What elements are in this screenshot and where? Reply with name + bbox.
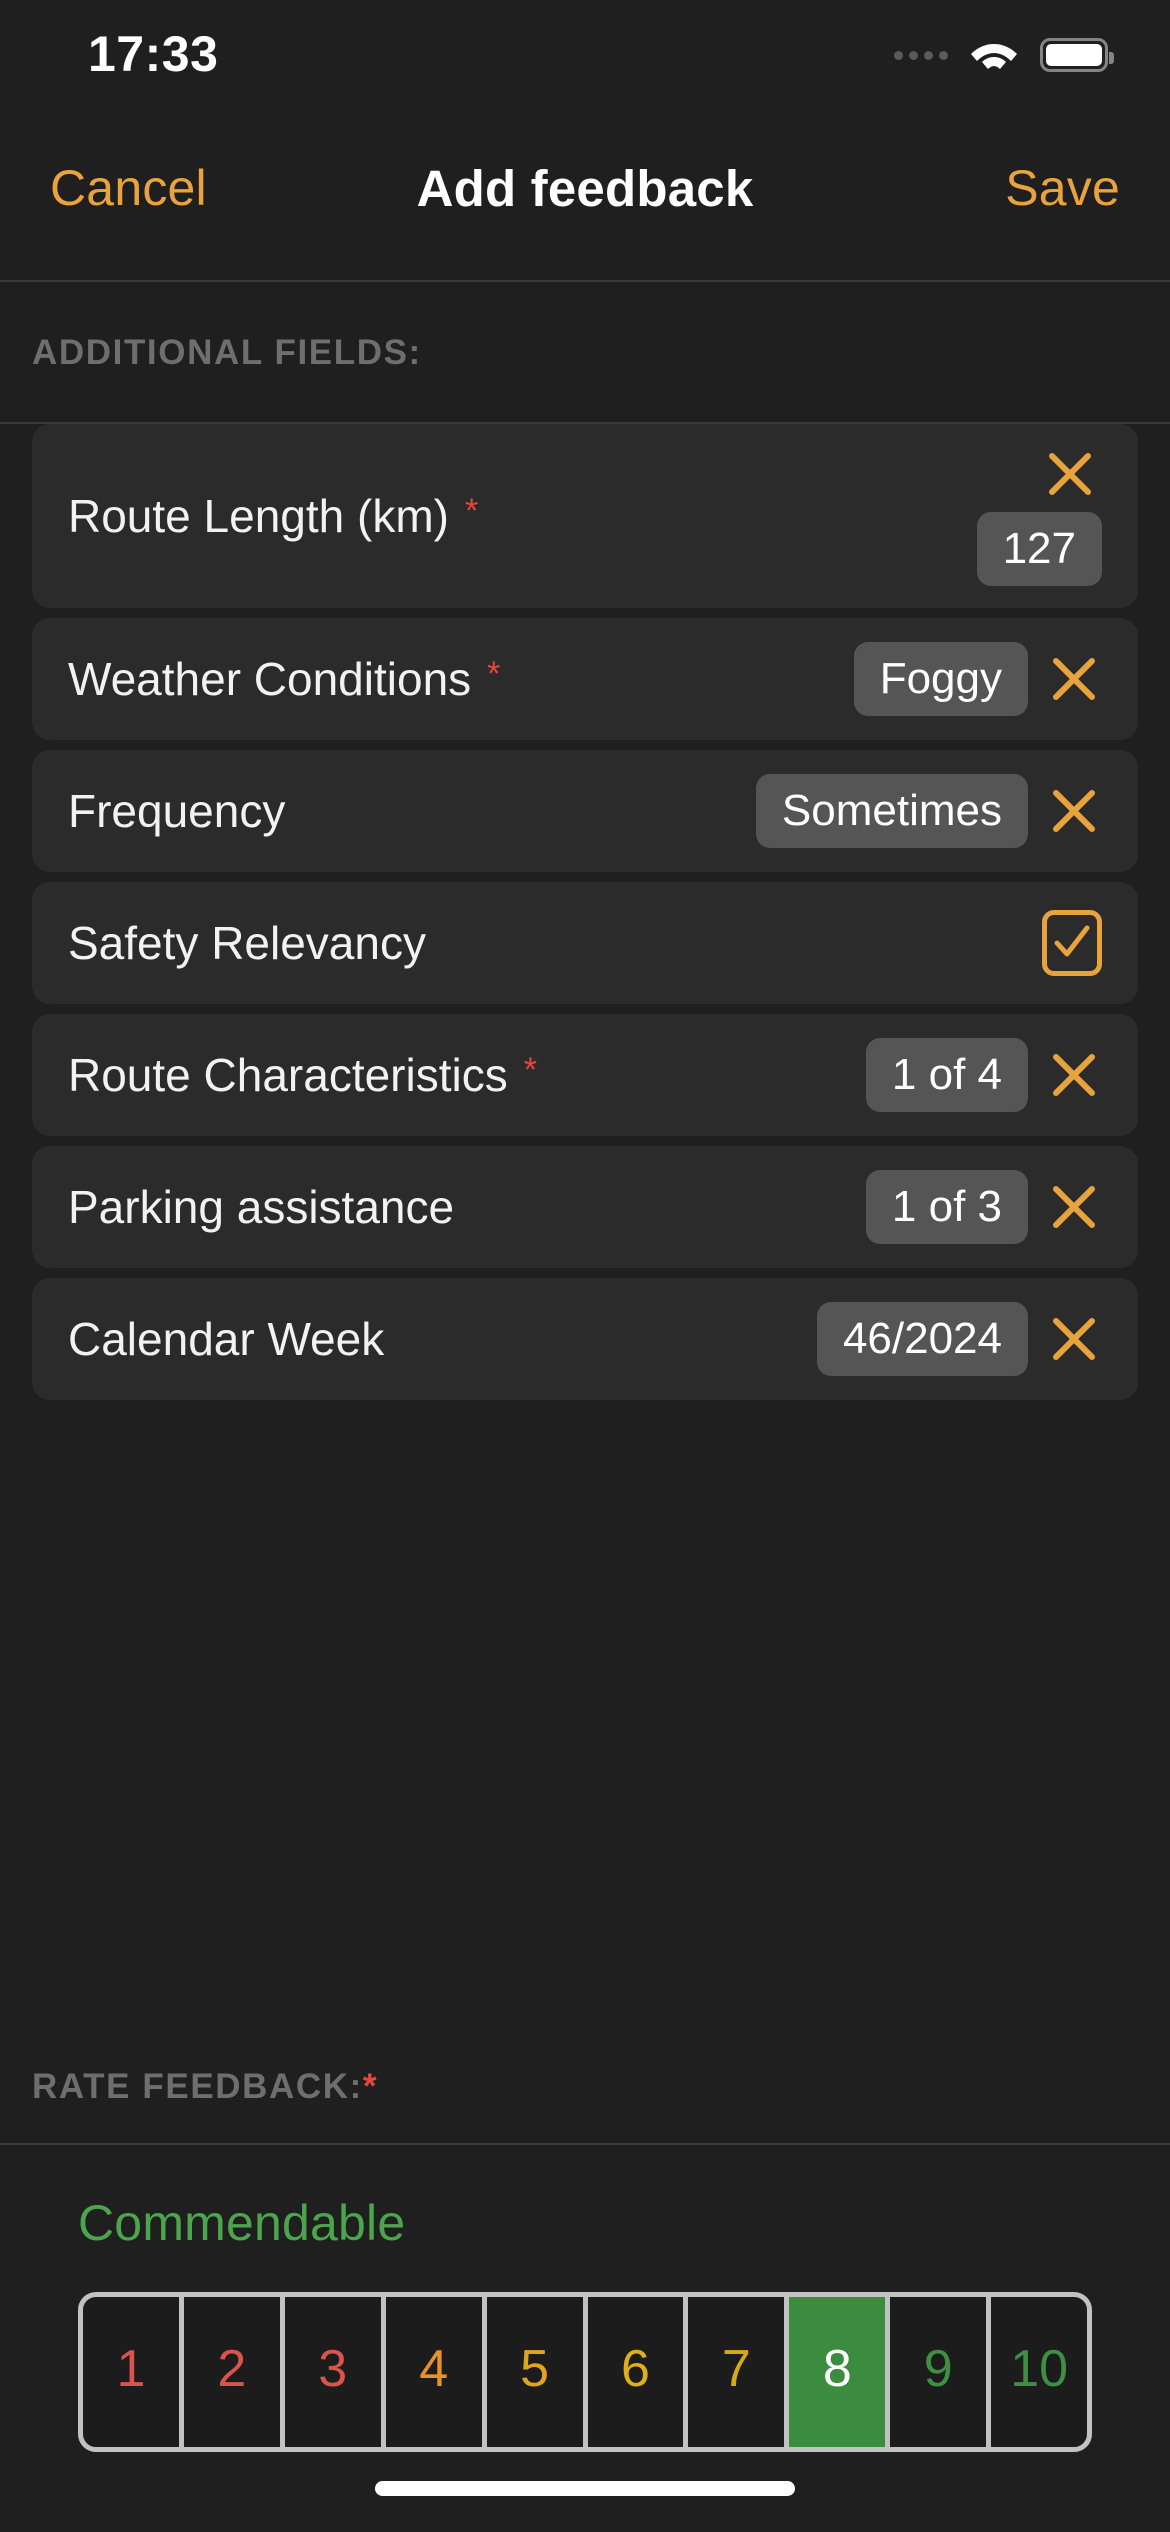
rating-tick-2[interactable]: 2: [184, 2297, 285, 2447]
field-label: Route Length (km): [68, 490, 449, 542]
close-x-icon[interactable]: [1046, 1047, 1102, 1103]
save-button[interactable]: Save: [1005, 159, 1120, 217]
additional-fields-section-header: ADDITIONAL FIELDS:: [0, 284, 1170, 424]
field-control-group: 127: [976, 424, 1102, 608]
close-x-icon[interactable]: [1046, 783, 1102, 839]
rating-tick-8[interactable]: 8: [789, 2297, 891, 2447]
field-label-group: Frequency: [68, 784, 301, 838]
field-row-frequency[interactable]: Frequency Sometimes: [32, 750, 1138, 872]
rating-caption: Commendable: [78, 2195, 406, 2251]
rating-tick-1[interactable]: 1: [83, 2297, 184, 2447]
field-label-group: Parking assistance: [68, 1180, 470, 1234]
rating-scale-wrapper: 1 2 3 4 5 6 7 8 9 10: [0, 2252, 1170, 2452]
app-screen: 17:33 Cancel Add feedback Save ADDITIONA…: [0, 0, 1170, 2532]
status-indicators: [894, 35, 1114, 75]
field-label: Frequency: [68, 785, 286, 837]
cancel-button[interactable]: Cancel: [50, 159, 207, 217]
field-label: Weather Conditions: [68, 653, 472, 705]
field-label-group: Calendar Week: [68, 1312, 400, 1366]
field-control-group: 46/2024: [816, 1302, 1102, 1376]
rating-tick-4[interactable]: 4: [386, 2297, 487, 2447]
rate-feedback-label: RATE FEEDBACK:: [32, 2066, 363, 2106]
additional-fields-label: ADDITIONAL FIELDS:: [32, 333, 422, 372]
field-control-group: [1042, 910, 1102, 976]
field-row-weather-conditions[interactable]: Weather Conditions * Foggy: [32, 618, 1138, 740]
field-label: Calendar Week: [68, 1313, 385, 1365]
rating-tick-9[interactable]: 9: [890, 2297, 992, 2447]
wifi-icon: [968, 35, 1020, 75]
close-x-icon[interactable]: [1046, 1179, 1102, 1235]
field-label-group: Route Length (km) *: [68, 489, 478, 543]
additional-fields-list: Route Length (km) * 127 Weather Conditio…: [0, 424, 1170, 1410]
rating-tick-10[interactable]: 10: [991, 2297, 1087, 2447]
close-x-icon[interactable]: [1046, 651, 1102, 707]
field-label-group: Safety Relevancy: [68, 916, 442, 970]
rate-feedback-body: Commendable 1 2 3 4 5 6 7 8 9 10: [0, 2145, 1170, 2452]
field-row-route-length[interactable]: Route Length (km) * 127: [32, 424, 1138, 608]
safety-relevancy-checkbox[interactable]: [1042, 910, 1102, 976]
rating-tick-7[interactable]: 7: [688, 2297, 790, 2447]
field-control-group: 1 of 4: [865, 1038, 1102, 1112]
checkmark-icon: [1054, 925, 1090, 957]
field-value-calendar-week[interactable]: 46/2024: [816, 1302, 1028, 1376]
cellular-dots-icon: [894, 50, 948, 60]
battery-full-icon: [1040, 38, 1114, 72]
field-label: Parking assistance: [68, 1181, 455, 1233]
field-control-group: 1 of 3: [865, 1170, 1102, 1244]
field-value-parking-assistance[interactable]: 1 of 3: [865, 1170, 1028, 1244]
status-time: 17:33: [88, 26, 219, 82]
status-bar: 17:33: [0, 0, 1170, 96]
rate-feedback-section-header: RATE FEEDBACK: *: [0, 2030, 1170, 2145]
field-value-route-length[interactable]: 127: [976, 512, 1102, 586]
field-control-group: Foggy: [853, 642, 1102, 716]
home-indicator: [375, 2481, 795, 2496]
rating-tick-6[interactable]: 6: [588, 2297, 689, 2447]
field-label-group: Weather Conditions *: [68, 652, 500, 706]
field-value-weather-conditions[interactable]: Foggy: [853, 642, 1028, 716]
close-x-icon[interactable]: [1046, 1311, 1102, 1367]
field-row-calendar-week[interactable]: Calendar Week 46/2024: [32, 1278, 1138, 1400]
field-label-group: Route Characteristics *: [68, 1048, 537, 1102]
field-value-frequency[interactable]: Sometimes: [755, 774, 1028, 848]
field-value-route-characteristics[interactable]: 1 of 4: [865, 1038, 1028, 1112]
required-indicator: *: [487, 655, 501, 693]
close-x-icon[interactable]: [1042, 446, 1098, 502]
required-indicator: *: [464, 492, 479, 530]
field-label: Route Characteristics: [68, 1049, 508, 1101]
rating-tick-5[interactable]: 5: [487, 2297, 588, 2447]
field-row-parking-assistance[interactable]: Parking assistance 1 of 3: [32, 1146, 1138, 1268]
rating-tick-3[interactable]: 3: [285, 2297, 386, 2447]
field-control-group: Sometimes: [755, 774, 1102, 848]
field-row-route-characteristics[interactable]: Route Characteristics * 1 of 4: [32, 1014, 1138, 1136]
rating-scale[interactable]: 1 2 3 4 5 6 7 8 9 10: [78, 2292, 1092, 2452]
navigation-bar: Cancel Add feedback Save: [0, 96, 1170, 282]
required-indicator: *: [362, 2066, 379, 2106]
field-label: Safety Relevancy: [68, 917, 426, 969]
required-indicator: *: [523, 1051, 537, 1089]
field-row-safety-relevancy[interactable]: Safety Relevancy: [32, 882, 1138, 1004]
